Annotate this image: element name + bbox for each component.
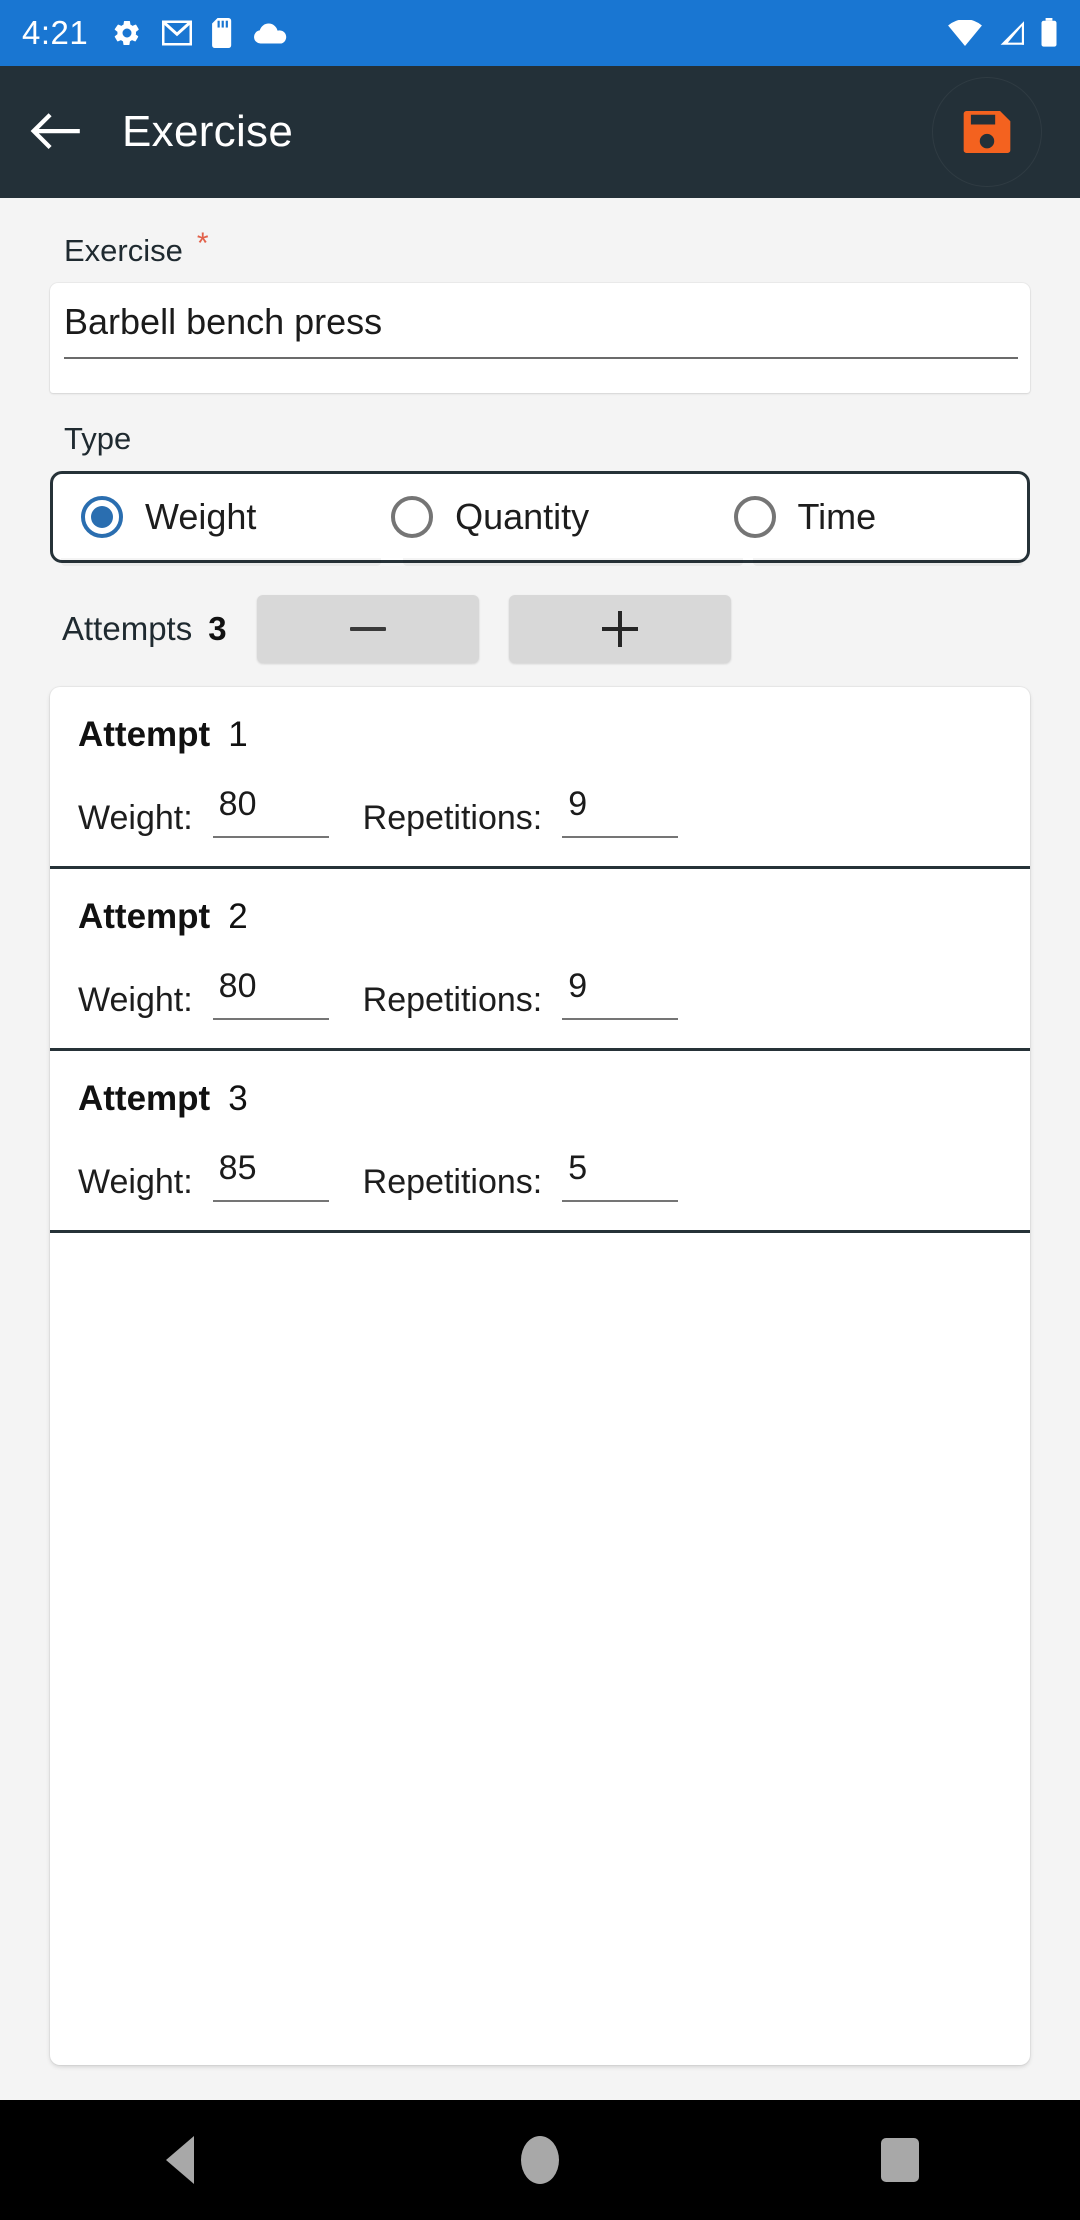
nav-back-icon [166,2136,194,2184]
decrement-attempts-button[interactable] [256,595,479,663]
repetitions-label: Repetitions: [362,1163,543,1201]
weight-label: Weight: [78,1163,193,1201]
attempt-heading-word: Attempt [78,897,211,936]
attempts-stepper-row: Attempts 3 [0,563,1080,663]
minus-icon [349,627,386,631]
attempt-fields: Weight: Repetitions: [50,1119,1030,1230]
attempt-heading: Attempt 2 [50,869,1030,937]
page-title: Exercise [122,107,294,156]
repetitions-label: Repetitions: [362,981,543,1019]
exercise-field-label: Exercise * [0,198,1080,269]
plus-icon [601,611,638,647]
nav-home-icon [521,2136,559,2184]
type-option-shadow [61,558,381,566]
radio-unselected-icon [733,496,776,538]
nav-recents-icon [881,2138,919,2182]
type-label: Type [64,421,132,456]
radio-option-quantity[interactable]: Quantity [391,474,733,560]
nav-recents-button[interactable] [800,2100,1000,2220]
weight-input[interactable] [212,785,329,838]
exercise-input[interactable] [64,301,1018,359]
save-button[interactable] [932,77,1042,187]
repetitions-input[interactable] [562,967,679,1020]
radio-selected-icon [81,496,123,538]
attempt-row: Attempt 2 Weight: Repetitions: [50,869,1030,1051]
battery-icon [1040,18,1058,48]
weight-input[interactable] [212,1149,329,1202]
attempt-heading: Attempt 1 [50,687,1030,755]
type-option-shadow [403,558,743,566]
radio-option-weight[interactable]: Weight [53,474,391,560]
app-screen: 4:21 Exercise Exercise * Barbell bench p… [0,0,1080,2220]
attempt-index: 3 [228,1079,248,1118]
system-navigation-bar [0,2100,1080,2220]
increment-attempts-button[interactable] [508,595,731,663]
attempt-row: Attempt 3 Weight: Repetitions: [50,1051,1030,1233]
radio-label-time: Time [797,496,877,537]
attempt-index: 2 [228,897,248,936]
attempt-fields: Weight: Repetitions: [50,755,1030,866]
required-asterisk: * [196,227,209,260]
radio-label-weight: Weight [145,496,257,537]
status-bar-clock: 4:21 [22,14,89,51]
nav-back-button[interactable] [80,2100,280,2220]
attempts-count: 3 [208,610,227,647]
attempt-heading-word: Attempt [78,1079,211,1118]
attempt-row: Attempt 1 Weight: Repetitions: [50,687,1030,869]
attempt-index: 1 [228,715,248,754]
attempt-heading-word: Attempt [78,715,211,754]
status-bar-notification-icons [112,18,288,48]
radio-option-time[interactable]: Time [733,474,1027,560]
status-bar: 4:21 [0,0,1080,66]
repetitions-label: Repetitions: [362,799,543,837]
app-bar: Exercise [0,66,1080,198]
repetitions-input[interactable] [562,785,679,838]
attempts-list: Attempt 1 Weight: Repetitions: Attempt 2 W… [50,687,1030,2065]
nav-home-button[interactable] [440,2100,640,2220]
weight-label: Weight: [78,799,193,837]
weight-input[interactable] [212,967,329,1020]
weight-label: Weight: [78,981,193,1019]
attempts-label: Attempts [62,610,193,647]
back-button[interactable] [0,66,110,198]
sd-card-icon [212,18,234,48]
status-bar-system-icons [948,18,1058,48]
gear-icon [112,18,142,48]
gmail-icon [162,20,193,46]
form-content: Exercise * Type Weight Quantity Time [0,198,1080,2100]
attempt-fields: Weight: Repetitions: [50,937,1030,1048]
wifi-icon [948,20,982,46]
type-option-shadow [753,558,1023,566]
type-radio-group: Weight Quantity Time [50,471,1030,566]
attempt-heading: Attempt 3 [50,1051,1030,1119]
cell-signal-icon [996,20,1026,46]
save-floppy-icon [963,111,1011,153]
radio-label-quantity: Quantity [455,496,590,537]
attempts-list-empty-space [50,1233,1030,1793]
repetitions-input[interactable] [562,1149,679,1202]
cloud-icon [254,22,288,44]
exercise-input-card [50,283,1030,393]
exercise-label-text: Exercise [64,233,183,268]
radio-unselected-icon [391,496,434,538]
